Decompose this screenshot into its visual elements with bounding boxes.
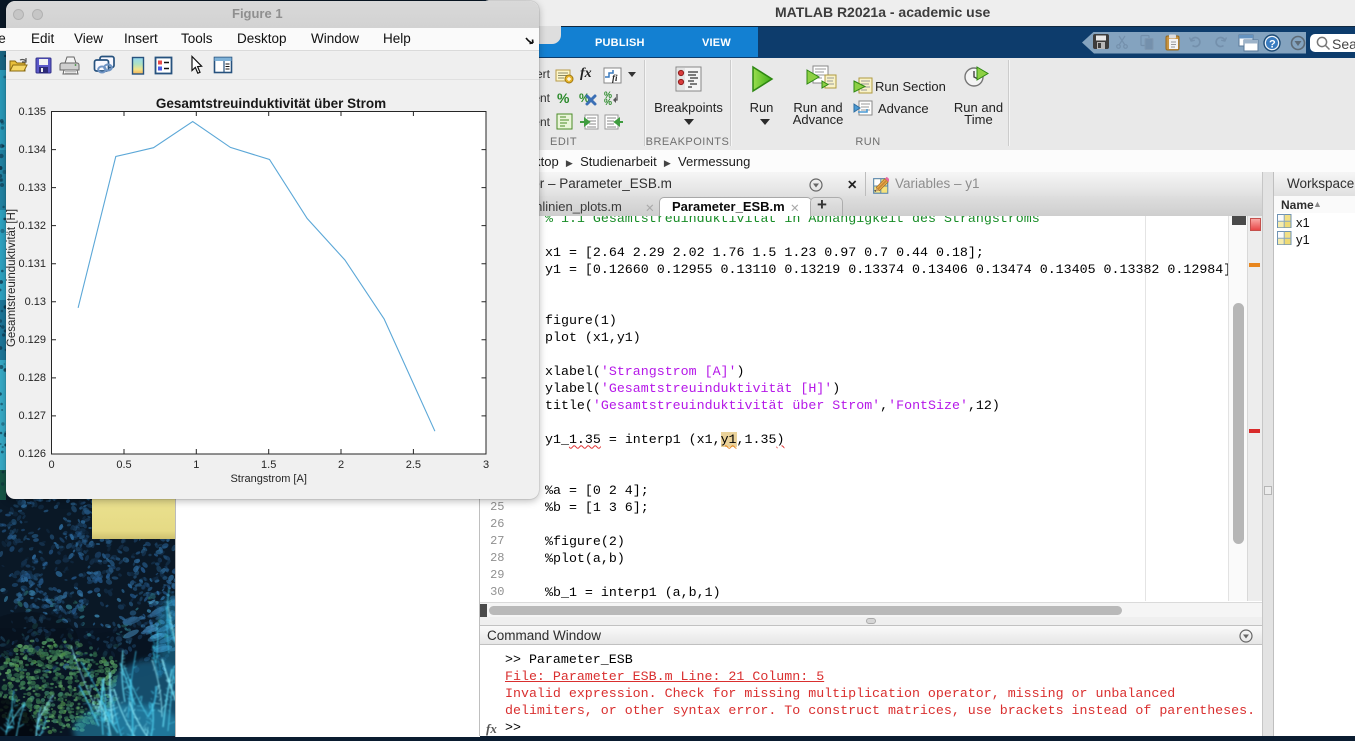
svg-text:fi: fi (612, 73, 618, 83)
svg-text:%: % (604, 97, 612, 106)
svg-text:?: ? (1269, 39, 1276, 51)
svg-text:%: % (557, 90, 570, 106)
